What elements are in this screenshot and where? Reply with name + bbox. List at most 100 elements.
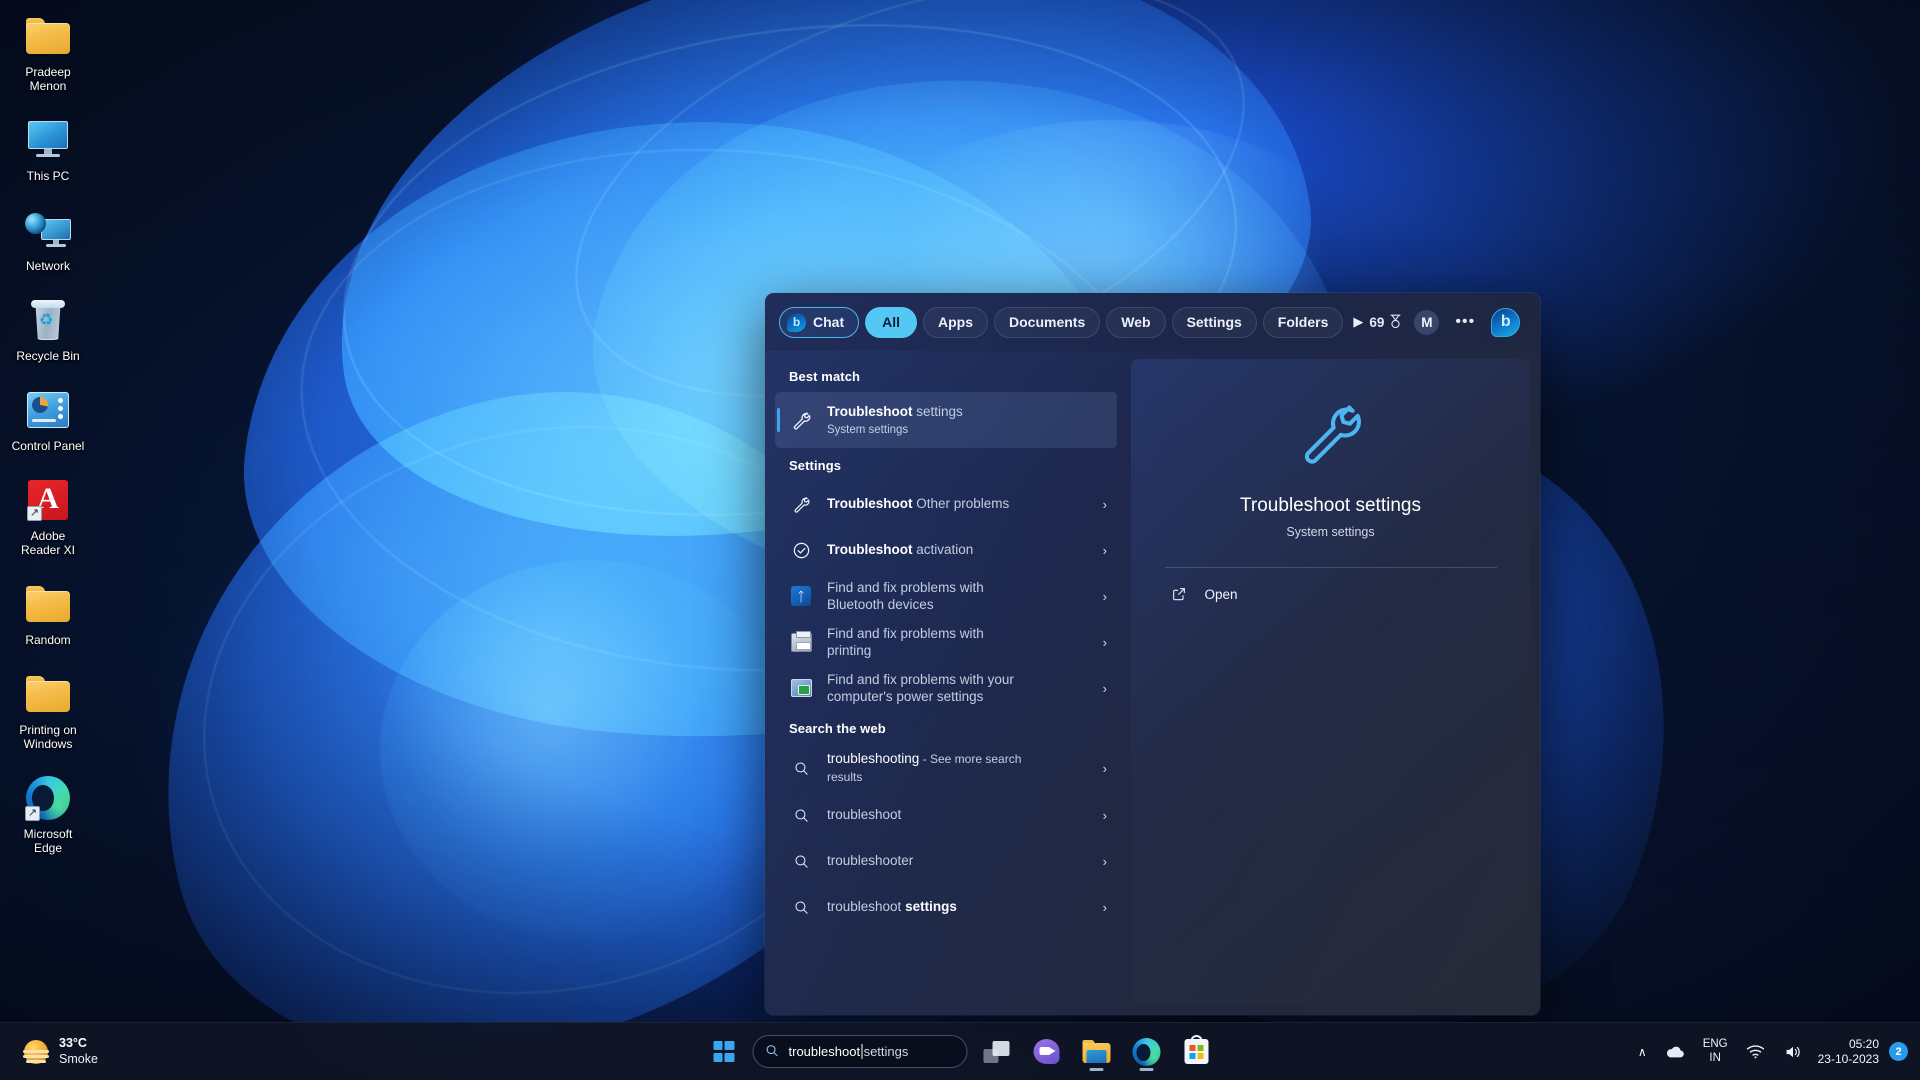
desktop-icon-pradeep-menon[interactable]: Pradeep Menon [2,8,94,96]
chevron-right-icon[interactable]: › [1097,497,1107,512]
desktop-icon-label: Pradeep Menon [25,65,71,93]
volume-icon[interactable] [1774,1023,1812,1080]
clock-and-date[interactable]: 05:20 23-10-2023 [1812,1037,1889,1067]
taskbar-search-input[interactable]: troubleshoot settings [752,1035,968,1068]
desktop[interactable]: Pradeep Menon This PC Network ♻ Recycle B… [0,0,1920,1080]
printer-icon [789,630,813,654]
search-suggestion-text: settings [863,1044,909,1059]
desktop-icon-this-pc[interactable]: This PC [2,112,94,186]
tab-all[interactable]: All [865,306,918,338]
wifi-icon[interactable] [1737,1023,1774,1080]
best-match-title: Troubleshoot settings [827,403,963,419]
open-action-button[interactable]: Open [1165,576,1497,612]
tab-folders[interactable]: Folders [1262,306,1344,338]
more-tabs-arrow-icon[interactable]: ▶ [1353,309,1363,335]
text-caret [861,1044,863,1059]
preview-subtitle: System settings [1286,525,1375,539]
language-indicator[interactable]: ENG IN [1694,1023,1737,1080]
rewards-points-value: 69 [1369,314,1385,330]
microsoft-store-icon [1184,1035,1209,1064]
onedrive-cloud-icon[interactable] [1656,1023,1694,1080]
desktop-icon-microsoft-edge[interactable]: ↗ Microsoft Edge [2,770,94,858]
search-typed-text: troubleshoot [788,1044,861,1059]
settings-result-row[interactable]: Troubleshoot Other problems › [775,481,1117,527]
web-result-text: troubleshooting - See more search result… [827,750,1083,786]
settings-result-title: Find and fix problems with your computer… [827,672,1014,704]
desktop-icon-label: Adobe Reader XI [20,529,76,557]
chevron-right-icon[interactable]: › [1097,854,1107,869]
bing-chat-icon: b [787,312,806,332]
chevron-right-icon[interactable]: › [1097,543,1107,558]
start-button[interactable] [703,1031,745,1073]
desktop-icon-printing-on-windows[interactable]: Printing on Windows [2,666,94,754]
desktop-icon-adobe-reader-xi[interactable]: A ↗ Adobe Reader XI [2,472,94,560]
desktop-icon-label: Recycle Bin [16,349,80,363]
settings-result-text: Troubleshoot Other problems [827,495,1083,513]
rewards-medal-icon [1389,314,1402,331]
best-match-subtitle: System settings [827,423,909,436]
chevron-right-icon[interactable]: › [1097,681,1107,696]
best-match-result-row[interactable]: Troubleshoot settings System settings [775,392,1117,448]
show-hidden-icons-button[interactable]: ∧ [1629,1023,1656,1080]
overflow-menu-icon[interactable]: ••• [1451,314,1479,330]
tab-label: Documents [1009,314,1086,330]
preview-divider [1164,567,1497,568]
network-icon [24,206,72,254]
settings-result-row[interactable]: Find and fix problems with printing › [775,619,1117,665]
taskbar-microsoft-store-button[interactable] [1176,1031,1218,1073]
tab-settings[interactable]: Settings [1171,306,1257,338]
web-result-row[interactable]: troubleshooting - See more search result… [775,744,1117,792]
chat-icon [1033,1039,1060,1064]
desktop-icon-recycle-bin[interactable]: ♻ Recycle Bin [2,292,94,366]
tab-apps[interactable]: Apps [923,306,989,338]
taskbar-task-view-button[interactable] [976,1031,1018,1073]
tab-label: All [882,314,901,330]
tab-bar-right-cluster: 69 M ••• b [1369,307,1521,337]
weather-widget[interactable]: 33°C Smoke [10,1023,110,1080]
bluetooth-icon: ᛏ [789,584,813,608]
section-header-best-match: Best match [789,369,861,384]
chevron-right-icon[interactable]: › [1097,900,1107,915]
chevron-right-icon[interactable]: › [1097,761,1107,776]
web-result-row[interactable]: troubleshooter › [775,838,1117,884]
tab-documents[interactable]: Documents [994,306,1101,338]
taskbar-center-cluster: troubleshoot settings [703,1023,1218,1080]
web-result-row[interactable]: troubleshoot › [775,792,1117,838]
settings-result-text: Find and fix problems with printing [827,625,1083,659]
taskbar-chat-button[interactable] [1026,1031,1068,1073]
account-avatar[interactable]: M [1414,309,1440,335]
taskbar-microsoft-edge-button[interactable] [1126,1031,1168,1073]
notification-badge[interactable]: 2 [1889,1042,1908,1061]
wrench-icon [1295,397,1367,474]
tab-chat[interactable]: b Chat [779,306,860,338]
search-input-text: troubleshoot settings [788,1044,909,1059]
task-view-icon [983,1040,1010,1063]
settings-result-row[interactable]: Find and fix problems with your computer… [775,665,1117,711]
web-result-row[interactable]: troubleshoot settings › [775,884,1117,930]
wrench-icon [789,492,813,516]
tray-time: 05:20 [1848,1036,1879,1051]
settings-result-title: Troubleshoot activation [827,542,974,557]
tray-date: 23-10-2023 [1817,1051,1879,1066]
windows-logo-icon [713,1041,734,1062]
shortcut-arrow-icon: ↗ [25,806,40,821]
settings-result-row[interactable]: ᛏ Find and fix problems with Bluetooth d… [775,573,1117,619]
tab-web[interactable]: Web [1106,306,1166,338]
rewards-points[interactable]: 69 [1369,314,1402,331]
desktop-icon-network[interactable]: Network [2,202,94,276]
search-panel-body: Best match Troubleshoot settings System … [765,351,1540,1015]
taskbar-file-explorer-button[interactable] [1076,1031,1118,1073]
chevron-right-icon[interactable]: › [1097,635,1107,650]
settings-result-title: Find and fix problems with Bluetooth dev… [827,580,984,612]
chevron-right-icon[interactable]: › [1097,589,1107,604]
bing-logo-icon[interactable]: b [1491,307,1521,337]
search-results-column[interactable]: Best match Troubleshoot settings System … [765,351,1127,1015]
recycle-bin-icon: ♻ [24,296,72,344]
desktop-icon-label: Printing on Windows [19,723,77,751]
desktop-icon-random[interactable]: Random [2,576,94,650]
chevron-right-icon[interactable]: › [1097,808,1107,823]
desktop-icon-control-panel[interactable]: Control Panel [2,382,94,456]
settings-result-row[interactable]: Troubleshoot activation › [775,527,1117,573]
web-result-text: troubleshoot [827,806,1083,824]
computer-icon [24,116,72,164]
